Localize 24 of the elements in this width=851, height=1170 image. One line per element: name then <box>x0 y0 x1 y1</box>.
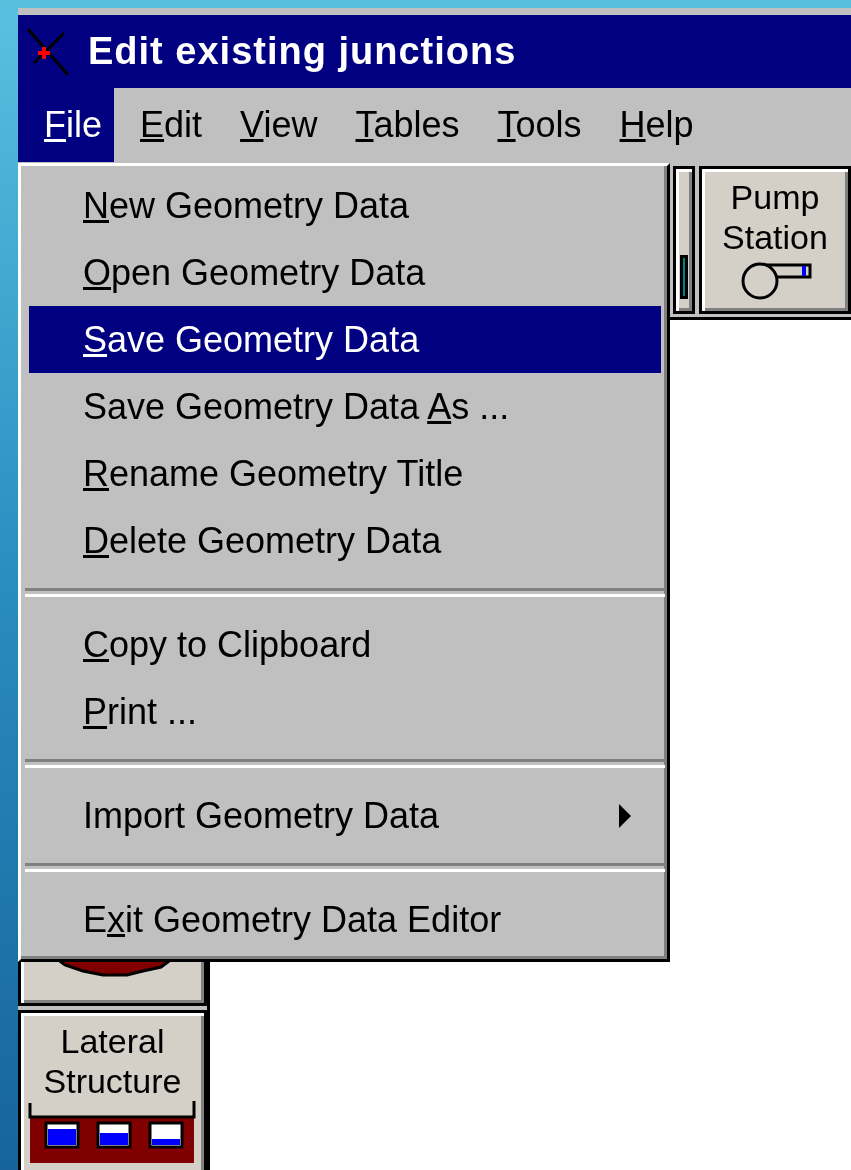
pump-station-button[interactable]: Pump Station <box>699 166 851 314</box>
lateral-structure-icon <box>27 1101 198 1163</box>
junction-icon <box>26 26 70 77</box>
submenu-arrow-icon <box>619 803 631 828</box>
menu-item[interactable]: Tools <box>485 88 594 162</box>
menu-item[interactable]: Save Geometry Data <box>29 306 661 373</box>
lateral-structure-button[interactable]: Lateral Structure <box>18 1010 207 1170</box>
tool-icon <box>680 255 688 299</box>
menu-item[interactable]: Save Geometry Data As ... <box>29 373 661 440</box>
menu-item[interactable]: Tables <box>343 88 472 162</box>
window-title: Edit existing junctions <box>88 30 517 73</box>
menu-item[interactable]: New Geometry Data <box>29 172 661 239</box>
menu-item[interactable]: Edit <box>128 88 215 162</box>
menu-item[interactable]: Import Geometry Data <box>29 782 661 849</box>
menu-item[interactable]: View <box>228 88 330 162</box>
toolbar-button[interactable] <box>673 166 695 314</box>
menu-item[interactable]: Open Geometry Data <box>29 239 661 306</box>
menu-item[interactable]: Print ... <box>29 678 661 745</box>
menu-item[interactable]: Delete Geometry Data <box>29 507 661 574</box>
menu-item[interactable]: Help <box>607 88 706 162</box>
menu-item[interactable]: File <box>18 88 115 162</box>
menu-item[interactable]: Exit Geometry Data Editor <box>29 886 661 953</box>
menu-item[interactable]: Rename Geometry Title <box>29 440 661 507</box>
menu-item[interactable]: Copy to Clipboard <box>29 611 661 678</box>
